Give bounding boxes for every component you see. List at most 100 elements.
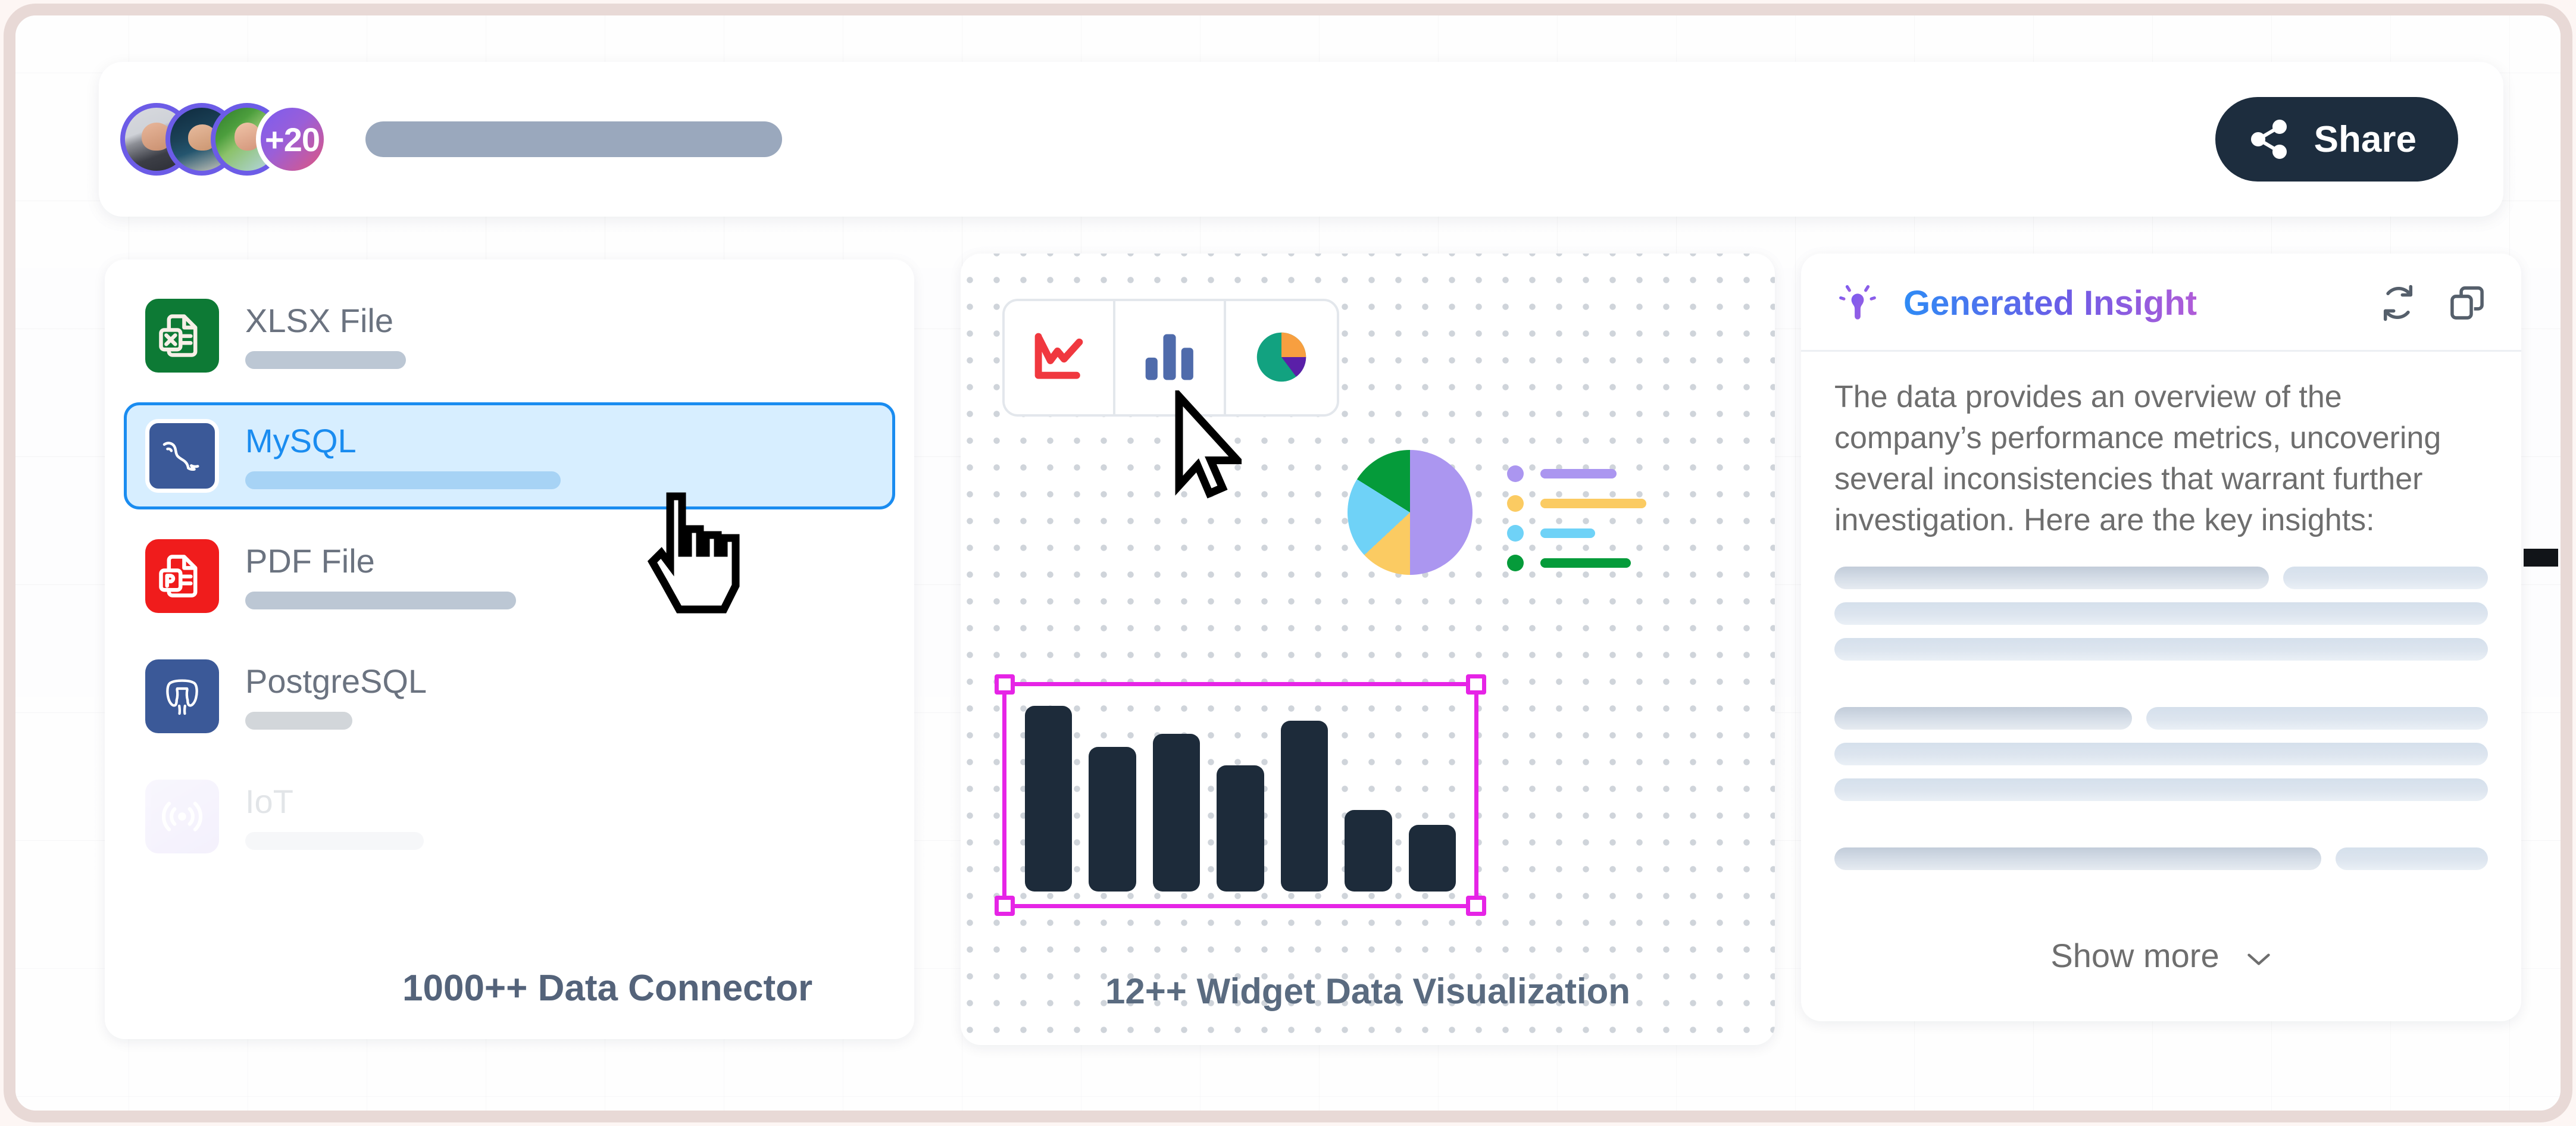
legend-item — [1507, 465, 1646, 482]
legend-swatch — [1507, 555, 1524, 571]
connector-label: PostgreSQL — [245, 662, 427, 700]
skeleton-row — [1834, 778, 2488, 801]
canvas-caption: 12++ Widget Data Visualization — [1105, 971, 1630, 1011]
skeleton-row — [1834, 637, 2488, 661]
pdf-file-icon — [145, 539, 219, 613]
skeleton-row — [1834, 742, 2488, 765]
screenshot-stage: +20 Share XLSX File MySQL PDF File Postg… — [0, 0, 2576, 1126]
skeleton-bar — [1834, 566, 2269, 589]
postgresql-icon — [145, 659, 219, 733]
list-fade-overlay — [105, 884, 914, 1039]
legend-item — [1507, 555, 1646, 571]
connector-label: XLSX File — [245, 302, 393, 340]
legend-swatch — [1507, 465, 1524, 482]
resize-handle-bottom-left[interactable] — [995, 896, 1015, 916]
connector-body: PDF File — [245, 543, 874, 609]
skeleton-bar — [2336, 847, 2488, 870]
legend-label-placeholder — [1540, 469, 1617, 478]
connector-sub-placeholder — [245, 831, 424, 850]
selection-box — [995, 674, 1486, 916]
share-button-label: Share — [2314, 118, 2416, 160]
legend-label-placeholder — [1540, 558, 1631, 568]
skeleton-row — [1834, 602, 2488, 625]
insight-body: The data provides an overview of the com… — [1801, 352, 2521, 870]
connector-label: IoT — [245, 783, 293, 821]
share-nodes-icon — [2247, 118, 2290, 161]
bar-chart-widget[interactable] — [995, 674, 1486, 916]
resize-handle-top-right[interactable] — [1466, 674, 1486, 695]
connector-body: IoT — [245, 783, 874, 850]
connector-list: XLSX File MySQL PDF File PostgreSQL IoT — [105, 259, 914, 870]
page-title: Generated Insight — [1903, 283, 2197, 323]
legend-swatch — [1507, 495, 1524, 512]
show-more-label: Show more — [2050, 937, 2219, 974]
skeleton-bar — [1834, 778, 2488, 801]
app-viewport: +20 Share XLSX File MySQL PDF File Postg… — [15, 15, 2561, 1111]
pie-chart-widget[interactable] — [1348, 450, 1646, 575]
share-button[interactable]: Share — [2215, 97, 2458, 182]
skeleton-row — [1834, 706, 2488, 730]
pie-chart — [1348, 450, 1473, 575]
skeleton-bar — [1834, 602, 2488, 625]
connector-count-label: 1000++ Data Connector — [402, 968, 813, 1009]
connector-sub-placeholder — [245, 351, 406, 369]
lightbulb-icon — [1834, 280, 1881, 326]
top-bar: +20 Share — [99, 62, 2503, 217]
skeleton-bar — [1834, 742, 2488, 765]
connector-item-mysql[interactable]: MySQL — [124, 402, 895, 509]
insight-skeleton-group — [1834, 706, 2488, 801]
legend-item — [1507, 495, 1646, 512]
scrollbar-thumb[interactable] — [2524, 549, 2558, 567]
avatar-overflow-count[interactable]: +20 — [256, 103, 329, 176]
connector-body: XLSX File — [245, 302, 874, 369]
device-frame: +20 Share XLSX File MySQL PDF File Postg… — [4, 4, 2572, 1122]
chart-type-toolbar — [1002, 299, 1339, 417]
insight-skeleton-group — [1834, 566, 2488, 661]
resize-handle-bottom-right[interactable] — [1466, 896, 1486, 916]
refresh-icon[interactable] — [2377, 282, 2419, 324]
show-more-button[interactable]: Show more — [1801, 936, 2521, 975]
skeleton-bar — [1834, 706, 2132, 730]
connector-label: PDF File — [245, 542, 375, 580]
line-chart-icon — [1026, 324, 1092, 392]
connector-item-pdf[interactable]: PDF File — [124, 523, 895, 630]
bar-chart-icon — [1137, 324, 1202, 392]
skeleton-row — [1834, 566, 2488, 589]
insight-paragraph: The data provides an overview of the com… — [1834, 380, 2441, 538]
connector-sub-placeholder — [245, 711, 352, 730]
iot-signal-icon — [145, 780, 219, 853]
data-connectors-panel: XLSX File MySQL PDF File PostgreSQL IoT … — [105, 259, 914, 1039]
pie-chart-legend — [1507, 453, 1646, 571]
chevron-down-icon — [2246, 936, 2272, 975]
skeleton-bar — [1834, 637, 2488, 661]
resize-handle-top-left[interactable] — [995, 674, 1015, 695]
mysql-icon — [145, 419, 219, 493]
skeleton-row — [1834, 847, 2488, 870]
connector-sub-placeholder — [245, 471, 561, 489]
chart-type-bar-button[interactable] — [1115, 301, 1226, 414]
chart-type-line-button[interactable] — [1005, 301, 1115, 414]
connector-body: PostgreSQL — [245, 663, 874, 730]
connector-item-postgresql[interactable]: PostgreSQL — [124, 643, 895, 750]
insight-header-actions — [2377, 282, 2488, 324]
copy-icon[interactable] — [2446, 282, 2488, 324]
connector-body: MySQL — [245, 423, 874, 489]
chart-type-pie-button[interactable] — [1226, 301, 1337, 414]
insight-header: Generated Insight — [1801, 254, 2521, 352]
skeleton-bar — [2283, 566, 2488, 589]
xlsx-file-icon — [145, 299, 219, 373]
pie-chart-icon — [1249, 324, 1314, 392]
visualization-canvas-panel: 12++ Widget Data Visualization — [961, 254, 1775, 1045]
skeleton-bar — [2146, 706, 2488, 730]
document-title-placeholder — [365, 121, 782, 157]
legend-label-placeholder — [1540, 528, 1595, 538]
legend-swatch — [1507, 525, 1524, 542]
connector-label: MySQL — [245, 422, 357, 460]
skeleton-bar — [1834, 847, 2321, 870]
collaborator-avatars[interactable]: +20 — [120, 103, 329, 176]
generated-insight-panel: Generated Insight The data provides an o… — [1801, 254, 2521, 1021]
connector-item-xlsx[interactable]: XLSX File — [124, 282, 895, 389]
connector-sub-placeholder — [245, 591, 516, 609]
legend-item — [1507, 525, 1646, 542]
connector-item-iot[interactable]: IoT — [124, 763, 895, 870]
